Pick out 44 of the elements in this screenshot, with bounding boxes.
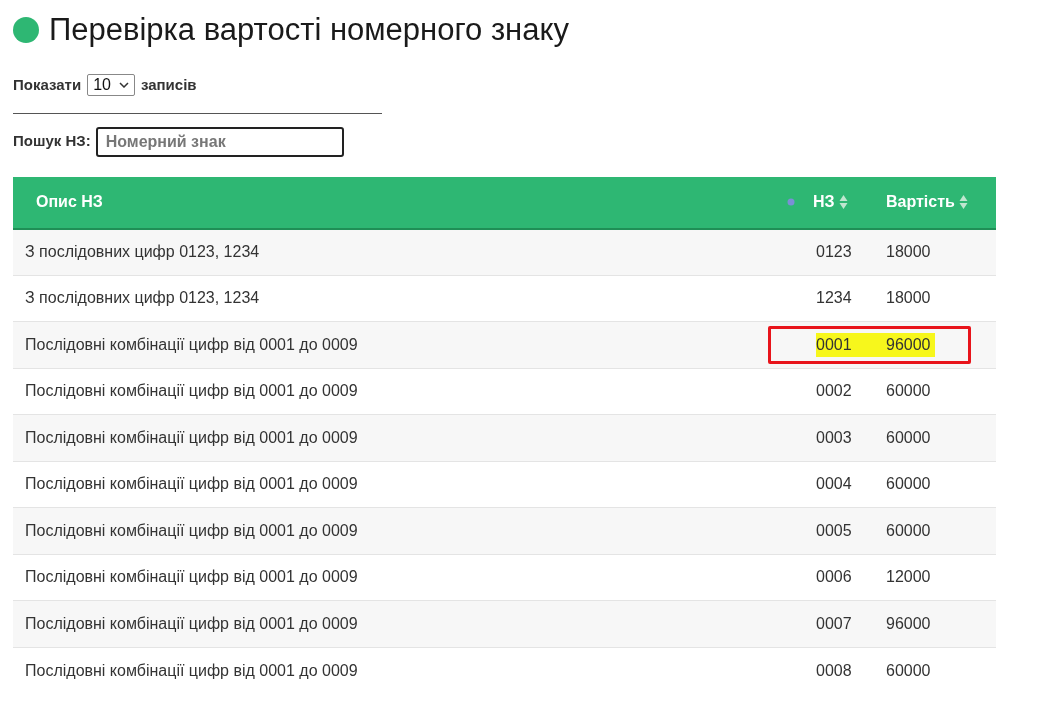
table-cell-text: 0006 [816, 567, 853, 588]
table-cell: Послідовні комбінації цифр від 0001 до 0009 [13, 507, 803, 554]
table-cell-text: 60000 [886, 520, 931, 541]
show-label: Показати [13, 75, 82, 95]
column-header[interactable]: Опис НЗ [13, 176, 803, 229]
table-cell-text: 0003 [816, 427, 853, 448]
table-cell: Послідовні комбінації цифр від 0001 до 0009 [13, 321, 803, 368]
table-cell-text: 0002 [816, 381, 853, 402]
table-cell: З послідовних цифр 0123, 1234 [13, 275, 803, 322]
table-cell: Послідовні комбінації цифр від 0001 до 0009 [13, 647, 803, 694]
table-cell: Послідовні комбінації цифр від 0001 до 0009 [13, 600, 803, 647]
sort-arrows-icon [838, 194, 848, 210]
entries-label: записів [140, 75, 197, 95]
page-title: Перевірка вартості номерного знаку [49, 11, 569, 49]
table-cell-text: 12000 [886, 567, 931, 588]
table-cell-text: 18000 [886, 242, 931, 262]
table-cell-text: 60000 [886, 427, 931, 448]
table-cell: Послідовні комбінації цифр від 0001 до 0009 [13, 368, 803, 415]
table-cell: Послідовні комбінації цифр від 0001 до 0009 [13, 554, 803, 601]
status-dot-icon [13, 17, 39, 43]
table-cell-text: 0007 [816, 613, 853, 634]
table-cell-text: 0123 [816, 242, 853, 262]
table-cell-text: 60000 [886, 474, 931, 495]
table-cell-text: 18000 [886, 288, 931, 309]
search-field[interactable]: Номерний знак [95, 126, 344, 157]
table-cell-text: 1234 [816, 288, 853, 309]
table-cell-text: 96000 [886, 613, 931, 634]
table-cell: Послідовні комбінації цифр від 0001 до 0009 [13, 414, 803, 461]
table-cell: 96000 [886, 332, 935, 357]
table-cell-text: 0008 [816, 660, 853, 681]
table-cell: 0001 [816, 332, 886, 357]
table-cell-text: 0004 [816, 474, 853, 495]
table-cell-text: 60000 [886, 381, 931, 402]
table-cell: Послідовні комбінації цифр від 0001 до 0009 [13, 461, 803, 508]
table-cell-text: 0005 [816, 520, 853, 541]
search-label: Пошук НЗ: [13, 131, 91, 152]
sort-dot-icon [787, 198, 795, 206]
table-cell-text: 60000 [886, 660, 931, 681]
sort-arrows-icon [958, 194, 968, 210]
column-header[interactable]: Вартість [876, 176, 996, 229]
column-header[interactable]: НЗ [803, 176, 876, 229]
chevron-down-icon [118, 82, 129, 89]
entries-select[interactable]: 10 [87, 74, 135, 97]
table-cell: З послідовних цифр 0123, 1234 [13, 228, 803, 275]
